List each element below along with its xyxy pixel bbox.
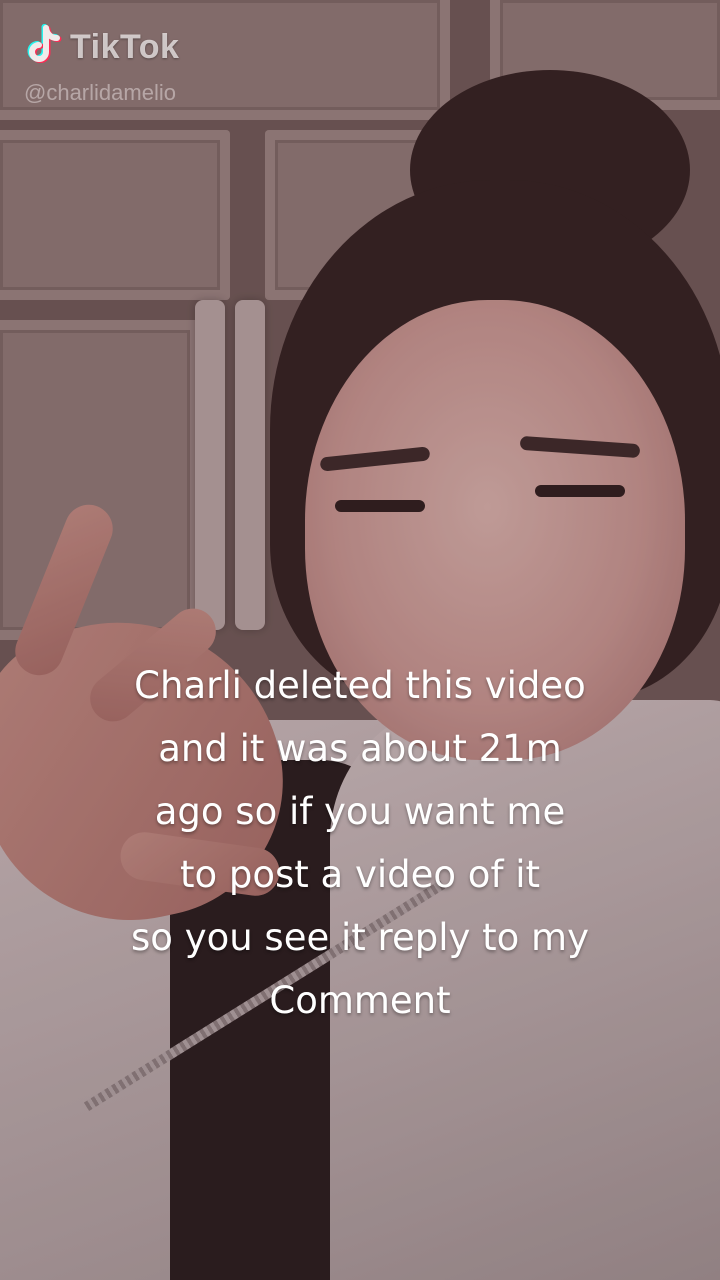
creator-username: @charlidamelio [24, 80, 176, 105]
tiktok-note-icon [27, 24, 62, 63]
video-caption: Charli deleted this video and it was abo… [60, 654, 660, 1032]
caption-line: Comment [269, 979, 451, 1022]
caption-line: to post a video of it [179, 853, 541, 896]
caption-line: Charli deleted this video [134, 664, 586, 707]
tiktok-brand-text: TikTok [70, 27, 180, 66]
caption-line: ago so if you want me [154, 790, 566, 833]
caption-line: and it was about 21m [158, 727, 562, 770]
watermark-logo-row: TikTok [24, 24, 179, 70]
video-tint [0, 0, 720, 1280]
caption-line: so you see it reply to my [131, 916, 589, 959]
tiktok-watermark: TikTok @charlidamelio [24, 24, 179, 106]
video-frame[interactable]: TikTok @charlidamelio Charli deleted thi… [0, 0, 720, 1280]
